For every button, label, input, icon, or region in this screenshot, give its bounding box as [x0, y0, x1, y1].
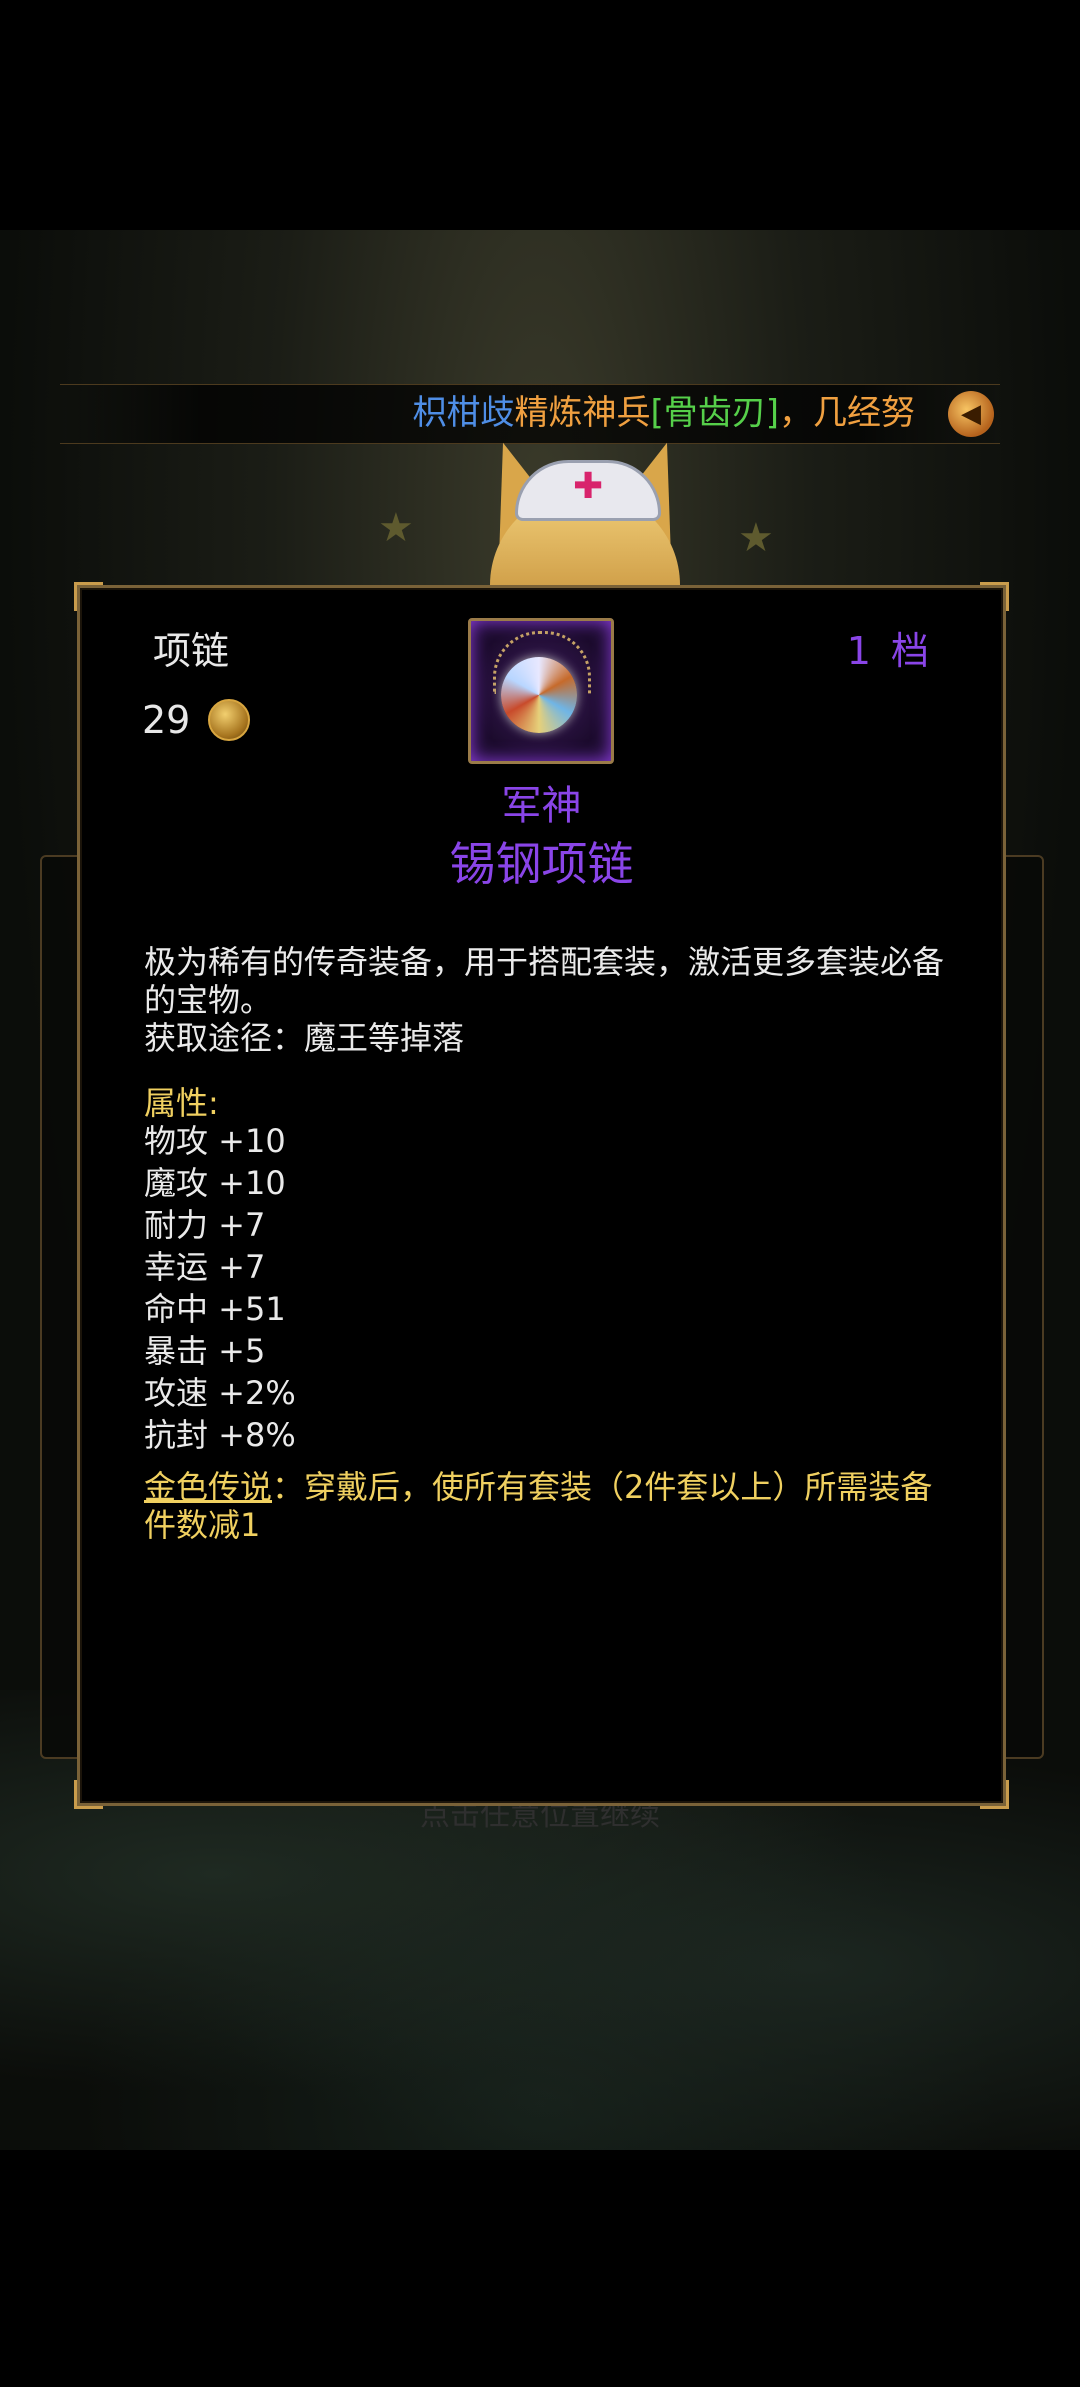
attribute-row: 物攻 +10: [144, 1122, 286, 1160]
description-text: 极为稀有的传奇装备，用于搭配套装，激活更多套装必备的宝物。: [144, 943, 945, 1019]
star-icon: ★: [378, 505, 414, 551]
item-type: 项链: [153, 629, 230, 673]
legendary-effect: 金色传说：穿戴后，使所有套装（2件套以上）所需装备件数减1: [144, 1468, 944, 1544]
star-icon: ★: [738, 515, 774, 561]
price-value: 29: [142, 698, 191, 742]
item-set-name: 军神: [501, 783, 582, 829]
attribute-row: 命中 +51: [144, 1290, 286, 1328]
ticker-message: 枳柑歧精炼神兵[骨齿刃]，几经努: [412, 393, 915, 433]
attribute-row: 抗封 +8%: [144, 1416, 296, 1454]
megaphone-icon[interactable]: ◀: [948, 391, 994, 437]
source-text: 获取途径：魔王等掉落: [144, 1019, 465, 1057]
item-price: 29: [142, 698, 251, 742]
panel-corner: [980, 582, 1009, 611]
necklace-icon: [468, 618, 614, 764]
ticker-rest: ，几经努: [779, 393, 915, 433]
item-tier: 1 档: [846, 629, 933, 673]
attribute-row: 耐力 +7: [144, 1206, 266, 1244]
gem-icon: [501, 657, 577, 733]
attribute-row: 魔攻 +10: [144, 1164, 286, 1202]
attribute-row: 攻速 +2%: [144, 1374, 296, 1412]
panel-corner: [74, 582, 103, 611]
item-detail-panel[interactable]: 项链 29 1 档 军神 锡钢项链 极为稀有的传奇装备，用于搭配套装，激活更多套…: [74, 582, 1009, 1809]
attributes-title: 属性:: [144, 1084, 219, 1122]
character-portrait: ✚: [464, 430, 706, 610]
ticker-player: 枳柑歧: [412, 393, 515, 433]
item-name: 锡钢项链: [449, 837, 634, 891]
coin-icon: [208, 699, 251, 741]
panel-corner: [74, 1780, 103, 1809]
attribute-row: 幸运 +7: [144, 1248, 266, 1286]
ticker-action: 精炼神兵: [514, 393, 651, 433]
panel-corner: [980, 1780, 1009, 1809]
item-description: 极为稀有的传奇装备，用于搭配套装，激活更多套装必备的宝物。 获取途径：魔王等掉落: [144, 943, 944, 1057]
attribute-row: 暴击 +5: [144, 1332, 266, 1370]
legendary-label[interactable]: 金色传说: [144, 1468, 272, 1506]
cross-icon: ✚: [573, 466, 604, 507]
attributes-list: 物攻 +10 魔攻 +10 耐力 +7 幸运 +7 命中 +51 暴击 +5 攻…: [144, 1120, 296, 1456]
ticker-item: [骨齿刃]: [650, 393, 779, 433]
